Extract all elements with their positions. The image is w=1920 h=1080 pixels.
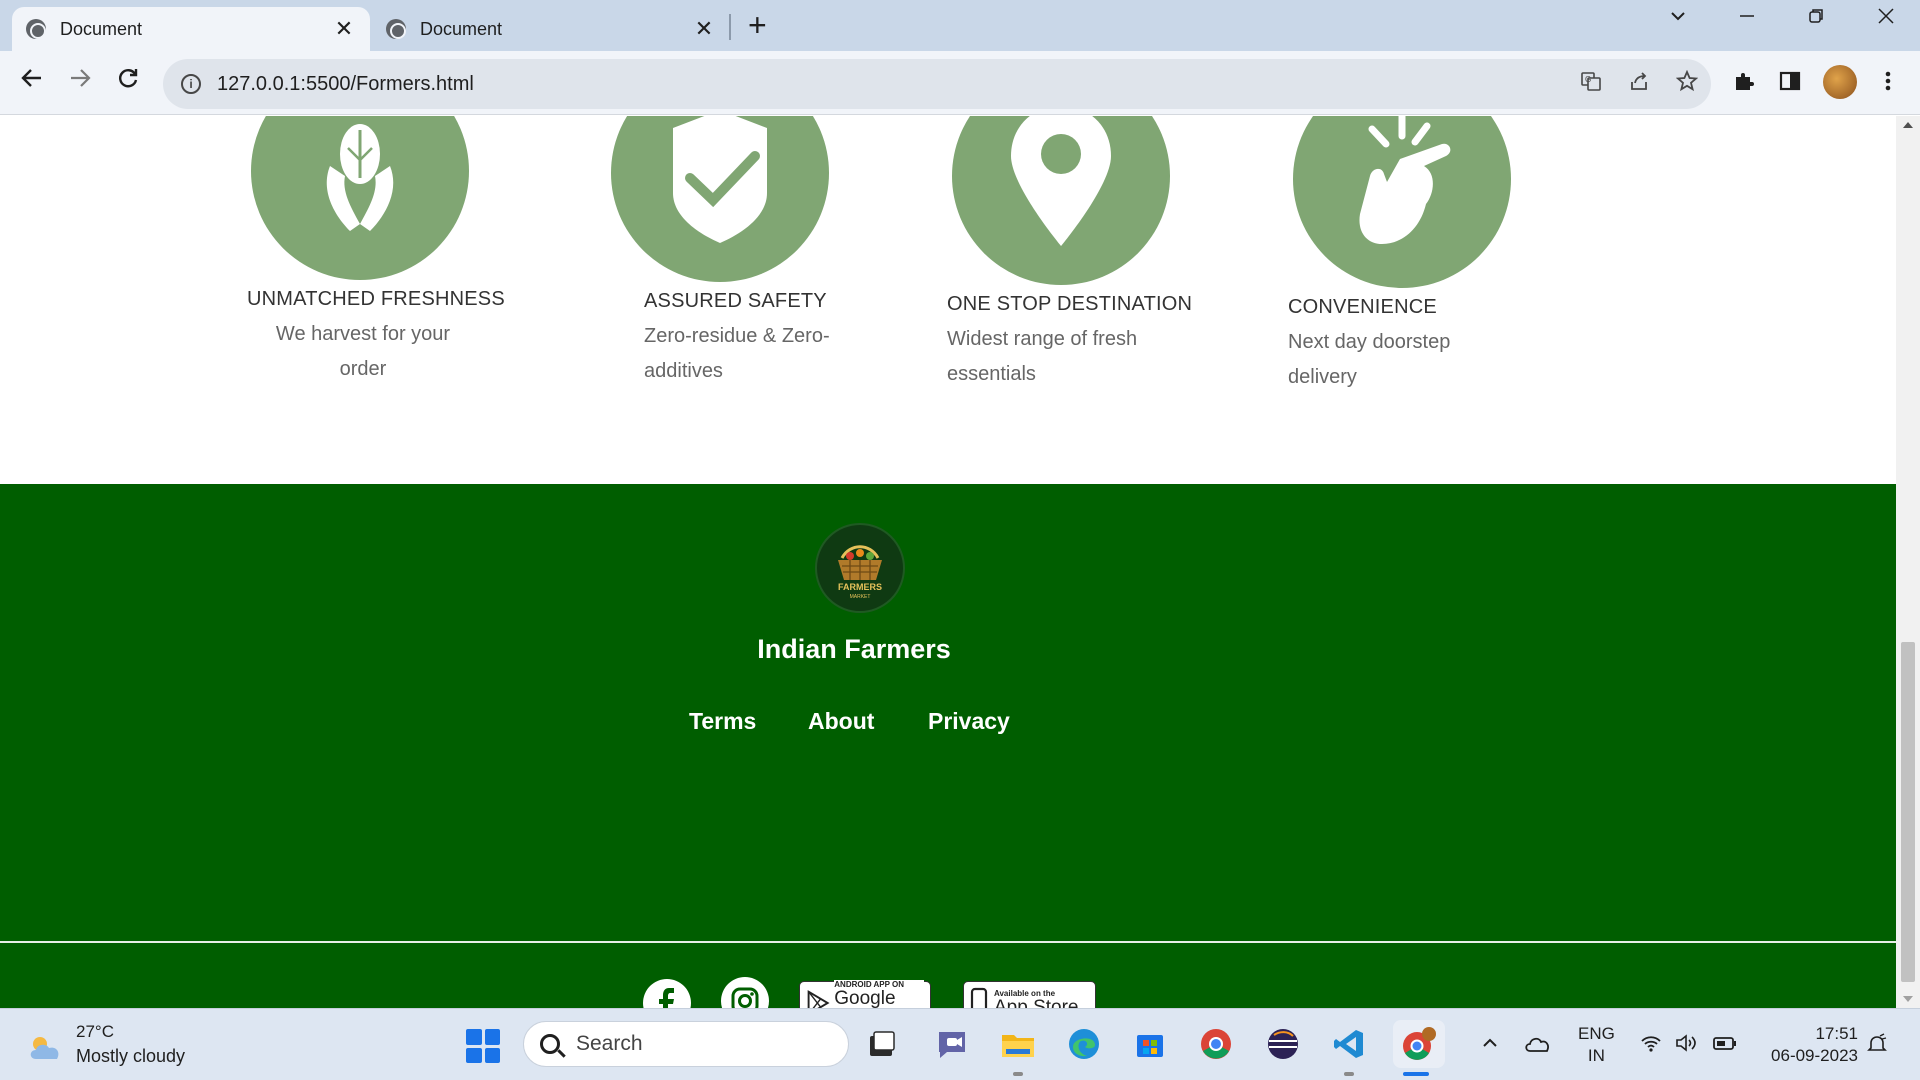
clock-time: 17:51 <box>1815 1024 1858 1043</box>
weather-description[interactable]: Mostly cloudy <box>76 1046 185 1067</box>
tab-search-icon[interactable] <box>1658 6 1698 32</box>
browser-tab-bar: Document ✕ Document ✕ + <box>0 0 1920 51</box>
bookmark-star-icon[interactable] <box>1663 69 1711 98</box>
wifi-icon[interactable] <box>1640 1033 1662 1059</box>
input-language[interactable]: ENG IN <box>1578 1023 1615 1067</box>
google-play-badge[interactable]: ANDROID APP ON Google Play <box>799 979 931 1009</box>
close-tab-icon[interactable]: ✕ <box>332 16 356 42</box>
restore-icon[interactable] <box>1796 6 1836 32</box>
feature-title: ONE STOP DESTINATION <box>947 293 1193 315</box>
task-view-icon[interactable] <box>861 1023 903 1065</box>
search-icon <box>540 1034 560 1054</box>
site-footer: FARMERS MARKET Indian Farmers Terms Abou… <box>0 484 1896 1008</box>
region-code: IN <box>1587 1046 1605 1065</box>
feature-description: We harvest for your order <box>275 323 451 380</box>
start-button[interactable] <box>466 1029 500 1063</box>
notifications-icon[interactable] <box>1866 1033 1888 1061</box>
new-tab-button[interactable]: + <box>748 8 767 42</box>
active-indicator <box>1403 1072 1429 1076</box>
feature-description: Next day doorstep delivery <box>1288 331 1451 388</box>
footer-link-privacy[interactable]: Privacy <box>928 708 1010 735</box>
side-panel-icon[interactable] <box>1772 69 1808 99</box>
logo-subtext: MARKET <box>850 594 871 600</box>
address-bar[interactable]: i 127.0.0.1:5500/Formers.html G <box>163 59 1711 109</box>
feature-title: ASSURED SAFETY <box>644 290 827 312</box>
minimize-icon[interactable] <box>1727 6 1767 32</box>
google-play-text: Google Play <box>834 987 896 1009</box>
teams-chat-icon[interactable] <box>931 1023 973 1065</box>
svg-text:G: G <box>1585 75 1591 84</box>
forward-button[interactable] <box>62 65 98 98</box>
profile-avatar[interactable] <box>1823 65 1857 99</box>
tab-separator <box>729 14 731 40</box>
extensions-puzzle-icon[interactable] <box>1726 69 1762 99</box>
site-info-icon[interactable]: i <box>181 74 201 94</box>
battery-icon[interactable] <box>1712 1033 1738 1059</box>
clock-date: 06-09-2023 <box>1771 1046 1858 1065</box>
scrollbar-thumb[interactable] <box>1901 642 1915 982</box>
feature-title: CONVENIENCE <box>1288 296 1437 318</box>
file-explorer-icon[interactable] <box>997 1023 1039 1065</box>
running-indicator <box>1344 1072 1354 1076</box>
browser-toolbar: i 127.0.0.1:5500/Formers.html G <box>0 51 1920 115</box>
app-store-text: App Store <box>994 997 1079 1008</box>
footer-divider <box>0 941 1896 943</box>
translate-icon[interactable]: G <box>1567 70 1615 98</box>
shield-check-icon <box>611 116 829 282</box>
back-button[interactable] <box>14 65 50 98</box>
windows-taskbar: 27°C Mostly cloudy Search ENG IN 17:51 0… <box>0 1008 1920 1080</box>
farmers-market-logo[interactable]: FARMERS MARKET <box>815 523 905 613</box>
globe-icon <box>386 19 406 39</box>
logo-text: FARMERS <box>838 582 882 592</box>
eclipse-icon[interactable] <box>1262 1023 1304 1065</box>
more-menu-icon[interactable] <box>1870 69 1906 99</box>
weather-temperature[interactable]: 27°C <box>76 1022 114 1042</box>
tab-title: Document <box>420 18 503 39</box>
scroll-down-arrow-icon[interactable] <box>1903 996 1913 1002</box>
tap-hand-icon <box>1293 116 1511 288</box>
vscode-icon[interactable] <box>1328 1023 1370 1065</box>
tab-document-active[interactable]: Document ✕ <box>12 7 370 51</box>
reload-button[interactable] <box>110 65 146 98</box>
google-play-icon <box>807 990 830 1008</box>
volume-icon[interactable] <box>1675 1033 1699 1059</box>
hands-leaf-icon <box>251 116 469 280</box>
feature-description: Zero-residue & Zero-additives <box>644 325 830 382</box>
scroll-up-arrow-icon[interactable] <box>1903 122 1913 128</box>
globe-icon <box>26 19 46 39</box>
feature-title: UNMATCHED FRESHNESS <box>247 288 505 310</box>
close-window-icon[interactable] <box>1866 6 1906 32</box>
feature-description: Widest range of fresh essentials <box>947 328 1138 385</box>
footer-link-terms[interactable]: Terms <box>689 708 756 735</box>
chrome-profile-icon[interactable] <box>1393 1020 1445 1068</box>
url-text[interactable]: 127.0.0.1:5500/Formers.html <box>217 73 1567 96</box>
running-indicator <box>1013 1072 1023 1076</box>
tab-title: Document <box>60 18 143 39</box>
taskbar-search[interactable]: Search <box>523 1021 849 1067</box>
chrome-icon[interactable] <box>1195 1023 1237 1065</box>
show-hidden-icons-chevron-icon[interactable] <box>1480 1033 1500 1059</box>
system-clock[interactable]: 17:51 06-09-2023 <box>1750 1023 1858 1067</box>
app-store-badge[interactable]: Available on the App Store <box>963 981 1096 1008</box>
share-icon[interactable] <box>1615 70 1663 98</box>
onedrive-cloud-icon[interactable] <box>1524 1033 1552 1061</box>
phone-icon <box>970 987 988 1008</box>
close-tab-icon[interactable]: ✕ <box>692 16 716 42</box>
location-pin-icon <box>952 116 1170 285</box>
cloudy-weather-icon[interactable] <box>26 1033 66 1061</box>
microsoft-store-icon[interactable] <box>1129 1023 1171 1065</box>
language-code: ENG <box>1578 1024 1615 1043</box>
facebook-icon[interactable] <box>643 979 691 1008</box>
page-scrollbar[interactable] <box>1896 116 1920 1008</box>
tab-document[interactable]: Document ✕ <box>372 7 730 51</box>
page-viewport: UNMATCHED FRESHNESS We harvest for your … <box>0 116 1896 1008</box>
brand-name: Indian Farmers <box>757 634 951 664</box>
search-placeholder: Search <box>576 1032 643 1055</box>
instagram-icon[interactable] <box>721 977 769 1008</box>
edge-browser-icon[interactable] <box>1063 1023 1105 1065</box>
footer-link-about[interactable]: About <box>808 708 874 735</box>
